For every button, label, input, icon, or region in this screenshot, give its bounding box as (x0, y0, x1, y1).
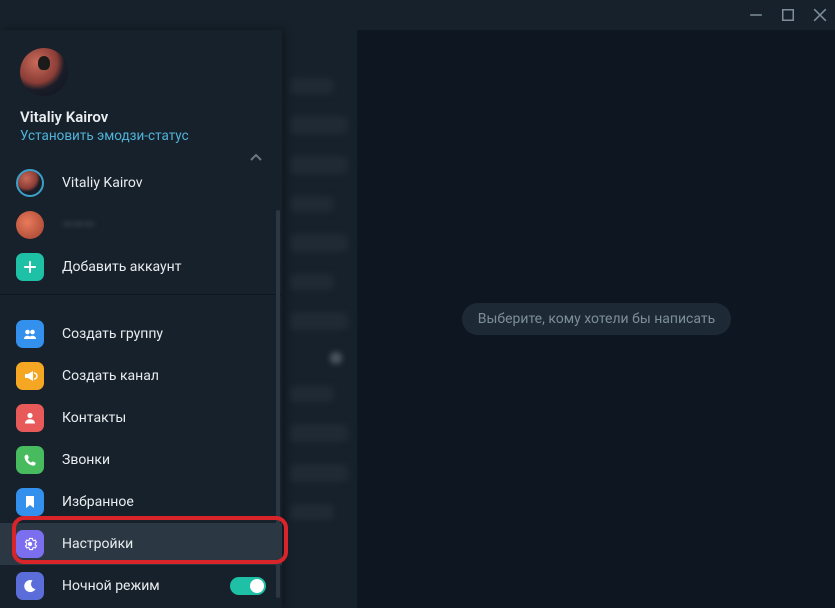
menu-new-channel[interactable]: Создать канал (0, 355, 282, 397)
main-menu-list: Создать группу Создать канал Контакты (0, 313, 282, 607)
set-emoji-status-link[interactable]: Установить эмодзи-статус (20, 128, 262, 144)
plus-icon (16, 253, 44, 281)
menu-label: Ночной режим (62, 578, 160, 594)
phone-icon (16, 446, 44, 474)
chat-content-area: Выберите, кому хотели бы написать (358, 30, 835, 608)
account-item-current[interactable]: Vitaliy Kairov (0, 162, 282, 204)
menu-label: Создать группу (62, 326, 163, 342)
account-avatar-icon (16, 169, 44, 197)
menu-label: Создать канал (62, 368, 159, 384)
titlebar (0, 0, 835, 30)
add-account-label: Добавить аккаунт (62, 259, 181, 275)
account-avatar-icon (16, 211, 44, 239)
menu-contacts[interactable]: Контакты (0, 397, 282, 439)
maximize-button[interactable] (781, 8, 795, 22)
app-window: Vitaliy Kairov Установить эмодзи-статус … (0, 0, 835, 608)
menu-divider (0, 294, 282, 295)
menu-label: Настройки (62, 536, 133, 552)
app-body: Vitaliy Kairov Установить эмодзи-статус … (0, 30, 835, 608)
menu-new-group[interactable]: Создать группу (0, 313, 282, 355)
close-button[interactable] (813, 8, 827, 22)
account-name: Vitaliy Kairov (62, 175, 143, 191)
sidebar-scrollbar[interactable] (276, 210, 280, 598)
avatar[interactable] (20, 48, 68, 96)
menu-settings[interactable]: Настройки (0, 523, 282, 565)
megaphone-icon (16, 362, 44, 390)
menu-label: Звонки (62, 452, 110, 468)
bookmark-icon (16, 488, 44, 516)
minimize-button[interactable] (749, 8, 763, 22)
collapse-accounts-icon[interactable] (248, 150, 264, 170)
account-name-masked: ——— (62, 217, 95, 233)
menu-saved[interactable]: Избранное (0, 481, 282, 523)
moon-icon (16, 572, 44, 600)
gear-icon (16, 530, 44, 558)
profile-username: Vitaliy Kairov (20, 108, 262, 126)
profile-section: Vitaliy Kairov Установить эмодзи-статус (0, 30, 282, 150)
menu-calls[interactable]: Звонки (0, 439, 282, 481)
menu-label: Избранное (62, 494, 134, 510)
chat-list-blurred (282, 30, 358, 608)
add-account-button[interactable]: Добавить аккаунт (0, 246, 282, 288)
menu-label: Контакты (62, 410, 126, 426)
menu-night-mode[interactable]: Ночной режим (0, 565, 282, 607)
night-mode-toggle[interactable] (230, 577, 266, 595)
contact-icon (16, 404, 44, 432)
empty-chat-placeholder: Выберите, кому хотели бы написать (462, 303, 731, 335)
accounts-list: Vitaliy Kairov ——— Добавить аккаунт (0, 162, 282, 288)
main-menu-panel: Vitaliy Kairov Установить эмодзи-статус … (0, 30, 282, 608)
account-item-secondary[interactable]: ——— (0, 204, 282, 246)
group-icon (16, 320, 44, 348)
